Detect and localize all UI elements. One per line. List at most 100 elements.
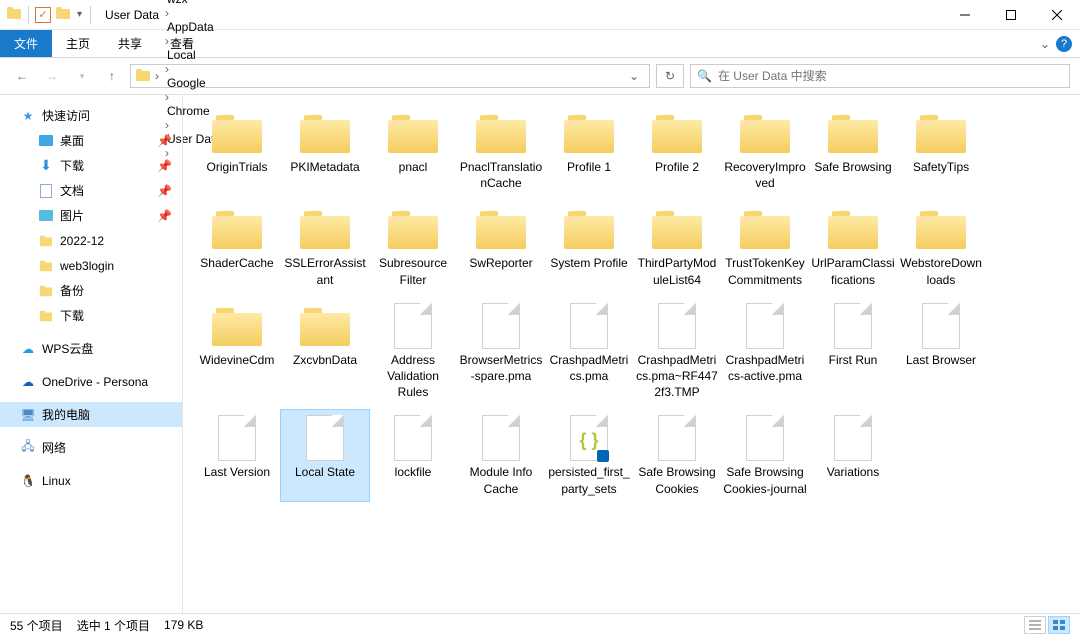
item-label: Profile 1 bbox=[567, 159, 611, 175]
sidebar-item[interactable]: 文档📌 bbox=[0, 178, 182, 203]
folder-item[interactable]: PnaclTranslationCache bbox=[457, 105, 545, 195]
item-label: CrashpadMetrics-active.pma bbox=[723, 352, 807, 384]
folder-item[interactable]: OriginTrials bbox=[193, 105, 281, 195]
folder-item[interactable]: Profile 2 bbox=[633, 105, 721, 195]
folder-item[interactable]: ZxcvbnData bbox=[281, 298, 369, 405]
file-item[interactable]: Safe Browsing Cookies bbox=[633, 410, 721, 500]
ribbon-tab-file[interactable]: 文件 bbox=[0, 30, 52, 57]
maximize-button[interactable] bbox=[988, 0, 1034, 30]
ribbon-tab-share[interactable]: 共享 bbox=[104, 30, 156, 57]
file-item[interactable]: lockfile bbox=[369, 410, 457, 500]
help-icon[interactable]: ? bbox=[1056, 36, 1072, 52]
sidebar-this-pc[interactable]: 🖥 我的电脑 bbox=[0, 402, 182, 427]
file-item[interactable]: Module Info Cache bbox=[457, 410, 545, 500]
folder-item[interactable]: Profile 1 bbox=[545, 105, 633, 195]
pictures-icon bbox=[38, 208, 54, 224]
item-label: persisted_first_party_sets bbox=[547, 464, 631, 496]
file-item[interactable]: Safe Browsing Cookies-journal bbox=[721, 410, 809, 500]
folder-small-icon[interactable] bbox=[55, 5, 71, 24]
folder-item[interactable]: SwReporter bbox=[457, 201, 545, 291]
file-item[interactable]: CrashpadMetrics-active.pma bbox=[721, 298, 809, 405]
up-button[interactable]: ↑ bbox=[100, 64, 124, 88]
folder-item[interactable]: SSLErrorAssistant bbox=[281, 201, 369, 291]
icons-view-button[interactable] bbox=[1048, 616, 1070, 634]
sidebar-label: Linux bbox=[42, 474, 71, 488]
folder-item[interactable]: WidevineCdm bbox=[193, 298, 281, 405]
folder-item[interactable]: Subresource Filter bbox=[369, 201, 457, 291]
item-label: WebstoreDownloads bbox=[899, 255, 983, 287]
sidebar-item[interactable]: web3login bbox=[0, 253, 182, 278]
title-bar: ✓ ▾ User Data bbox=[0, 0, 1080, 30]
sidebar-item[interactable]: 桌面📌 bbox=[0, 128, 182, 153]
file-item[interactable]: CrashpadMetrics.pma bbox=[545, 298, 633, 405]
navigation-bar: ← → ▾ ↑ › wzx›AppData›Local›Google›Chrom… bbox=[0, 58, 1080, 95]
item-label: CrashpadMetrics.pma~RF4472f3.TMP bbox=[635, 352, 719, 401]
folder-icon bbox=[38, 233, 54, 249]
file-item[interactable]: { }persisted_first_party_sets bbox=[545, 410, 633, 500]
sidebar-label: 我的电脑 bbox=[42, 406, 90, 423]
file-item[interactable]: Address Validation Rules bbox=[369, 298, 457, 405]
sidebar-item[interactable]: 备份 bbox=[0, 278, 182, 303]
folder-icon bbox=[652, 113, 702, 153]
chevron-right-icon[interactable]: › bbox=[163, 6, 171, 20]
file-list[interactable]: OriginTrialsPKIMetadatapnaclPnaclTransla… bbox=[183, 95, 1080, 613]
folder-item[interactable]: ShaderCache bbox=[193, 201, 281, 291]
file-item[interactable]: First Run bbox=[809, 298, 897, 405]
refresh-button[interactable]: ↻ bbox=[656, 64, 684, 88]
file-item[interactable]: CrashpadMetrics.pma~RF4472f3.TMP bbox=[633, 298, 721, 405]
sidebar-onedrive[interactable]: ☁ OneDrive - Persona bbox=[0, 369, 182, 394]
sidebar-quick-access[interactable]: ★ 快速访问 bbox=[0, 103, 182, 128]
forward-button[interactable]: → bbox=[40, 64, 64, 88]
search-box[interactable]: 🔍 bbox=[690, 64, 1070, 88]
sidebar-wps[interactable]: ☁ WPS云盘 bbox=[0, 336, 182, 361]
file-item[interactable]: Local State bbox=[281, 410, 369, 500]
details-view-button[interactable] bbox=[1024, 616, 1046, 634]
breadcrumb-segment[interactable]: wzx bbox=[163, 0, 225, 6]
file-icon bbox=[746, 415, 784, 461]
breadcrumb-segment[interactable]: Local bbox=[163, 48, 225, 62]
file-item[interactable]: BrowserMetrics-spare.pma bbox=[457, 298, 545, 405]
sidebar-item[interactable]: 2022-12 bbox=[0, 228, 182, 253]
sidebar-item[interactable]: 下载 bbox=[0, 303, 182, 328]
address-dropdown-icon[interactable]: ⌄ bbox=[623, 69, 645, 83]
folder-item[interactable]: Safe Browsing bbox=[809, 105, 897, 195]
breadcrumb-segment[interactable]: AppData bbox=[163, 20, 225, 34]
item-label: Variations bbox=[827, 464, 879, 480]
close-button[interactable] bbox=[1034, 0, 1080, 30]
checkbox-icon[interactable]: ✓ bbox=[35, 7, 51, 23]
sidebar-label: OneDrive - Persona bbox=[42, 375, 148, 389]
item-label: CrashpadMetrics.pma bbox=[547, 352, 631, 384]
file-item[interactable]: Last Version bbox=[193, 410, 281, 500]
chevron-right-icon[interactable]: › bbox=[153, 69, 161, 83]
folder-icon bbox=[135, 67, 151, 86]
ribbon-collapse-icon[interactable]: ⌄ bbox=[1040, 37, 1050, 51]
ribbon-tab-home[interactable]: 主页 bbox=[52, 30, 104, 57]
folder-item[interactable]: RecoveryImproved bbox=[721, 105, 809, 195]
folder-item[interactable]: TrustTokenKeyCommitments bbox=[721, 201, 809, 291]
file-item[interactable]: Variations bbox=[809, 410, 897, 500]
sidebar-network[interactable]: 🖧 网络 bbox=[0, 435, 182, 460]
folder-item[interactable]: System Profile bbox=[545, 201, 633, 291]
folder-item[interactable]: pnacl bbox=[369, 105, 457, 195]
folder-item[interactable]: WebstoreDownloads bbox=[897, 201, 985, 291]
folder-item[interactable]: UrlParamClassifications bbox=[809, 201, 897, 291]
sidebar-item[interactable]: 图片📌 bbox=[0, 203, 182, 228]
sidebar-item[interactable]: ⬇下载📌 bbox=[0, 153, 182, 178]
sidebar-linux[interactable]: 🐧 Linux bbox=[0, 468, 182, 493]
folder-item[interactable]: PKIMetadata bbox=[281, 105, 369, 195]
breadcrumb-segment[interactable]: Google bbox=[163, 76, 225, 90]
chevron-right-icon[interactable]: › bbox=[163, 34, 171, 48]
search-input[interactable] bbox=[718, 69, 1063, 83]
file-item[interactable]: Last Browser bbox=[897, 298, 985, 405]
folder-item[interactable]: SafetyTips bbox=[897, 105, 985, 195]
recent-dropdown[interactable]: ▾ bbox=[70, 64, 94, 88]
folder-icon bbox=[740, 113, 790, 153]
folder-item[interactable]: ThirdPartyModuleList64 bbox=[633, 201, 721, 291]
folder-icon bbox=[38, 308, 54, 324]
qa-dropdown-icon[interactable]: ▾ bbox=[75, 9, 84, 20]
back-button[interactable]: ← bbox=[10, 64, 34, 88]
item-label: Last Version bbox=[204, 464, 270, 480]
chevron-right-icon[interactable]: › bbox=[163, 62, 171, 76]
minimize-button[interactable] bbox=[942, 0, 988, 30]
address-bar[interactable]: › wzx›AppData›Local›Google›Chrome›User D… bbox=[130, 64, 650, 88]
